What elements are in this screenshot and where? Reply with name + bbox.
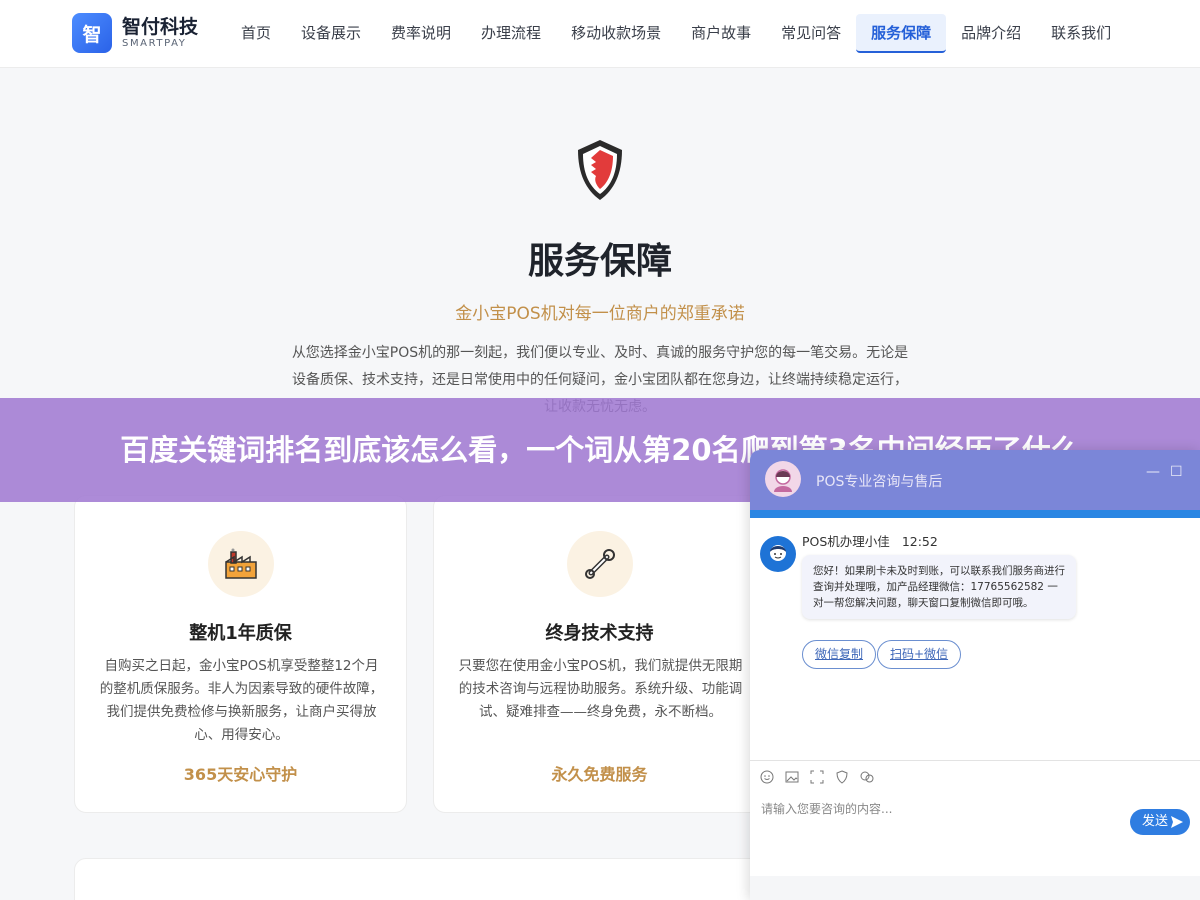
image-icon[interactable]	[785, 770, 799, 784]
send-button[interactable]: 发送	[1130, 809, 1190, 835]
logo[interactable]: 智 智付科技 SMARTPAY	[72, 13, 198, 53]
wrench-icon	[567, 531, 633, 597]
screenshot-icon[interactable]	[810, 770, 824, 784]
agent-avatar-icon	[760, 536, 796, 572]
chat-header: POS专业咨询与售后 — ☐	[750, 450, 1200, 510]
chat-toolbar	[760, 770, 874, 784]
chat-title: POS专业咨询与售后	[816, 474, 943, 490]
factory-icon	[208, 531, 274, 597]
logo-mark: 智	[72, 13, 112, 53]
card-description: 只要您在使用金小宝POS机，我们就提供无限期的技术咨询与远程协助服务。系统升级、…	[458, 658, 743, 720]
card-title: 终身技术支持	[545, 623, 654, 644]
service-card-support: 终身技术支持 只要您在使用金小宝POS机，我们就提供无限期的技术咨询与远程协助服…	[433, 495, 766, 813]
logo-name: 智付科技	[122, 16, 199, 38]
card-title: 整机1年质保	[189, 623, 292, 644]
emoji-icon[interactable]	[760, 770, 774, 784]
service-card-partial	[74, 858, 774, 900]
service-avatar-icon	[765, 461, 801, 497]
chat-input[interactable]: 请输入您要咨询的内容...	[761, 800, 892, 817]
site-header: 智 智付科技 SMARTPAY 首页 设备展示 费率说明 办理流程 移动收款场景…	[0, 0, 1200, 68]
evaluate-icon[interactable]	[835, 770, 849, 784]
chat-record-icon[interactable]	[860, 770, 874, 784]
main-nav: 首页 设备展示 费率说明 办理流程 移动收款场景 商户故事 常见问答 服务保障 …	[226, 14, 1126, 53]
scan-wechat-button[interactable]: 扫码+微信	[877, 640, 962, 669]
copy-wechat-button[interactable]: 微信复制	[802, 640, 877, 669]
chat-widget: POS专业咨询与售后 — ☐ POS机办理小佳 12:52 您好！如果刷卡未及时到…	[750, 450, 1200, 900]
chat-footer	[750, 876, 1200, 900]
nav-process[interactable]: 办理流程	[466, 14, 556, 53]
nav-scenarios[interactable]: 移动收款场景	[556, 14, 676, 53]
card-description: 自购买之日起，金小宝POS机享受整整12个月的整机质保服务。非人为因素导致的硬件…	[99, 658, 384, 743]
message-bubble: 您好！如果刷卡未及时到账，可以联系我们服务商进行查询并处理哦，加产品经理微信：1…	[802, 555, 1076, 619]
card-tag: 365天安心守护	[183, 765, 298, 784]
chat-messages: POS机办理小佳 12:52 您好！如果刷卡未及时到账，可以联系我们服务商进行查询…	[750, 518, 1200, 768]
page-title: 服务保障	[527, 241, 672, 282]
logo-text: 智付科技 SMARTPAY	[122, 16, 198, 50]
send-arrow-icon	[1171, 816, 1183, 828]
shield-icon	[578, 140, 622, 200]
nav-contact[interactable]: 联系我们	[1036, 14, 1126, 53]
nav-brand[interactable]: 品牌介绍	[946, 14, 1036, 53]
nav-service[interactable]: 服务保障	[856, 14, 947, 53]
minimize-icon[interactable]: —	[1146, 464, 1160, 480]
nav-rates[interactable]: 费率说明	[376, 14, 466, 53]
maximize-icon[interactable]: ☐	[1170, 464, 1183, 480]
card-tag: 永久免费服务	[551, 765, 648, 784]
message-meta: POS机办理小佳 12:52	[802, 531, 938, 550]
nav-home[interactable]: 首页	[226, 14, 286, 53]
nav-faq[interactable]: 常见问答	[766, 14, 856, 53]
nav-devices[interactable]: 设备展示	[286, 14, 376, 53]
nav-stories[interactable]: 商户故事	[676, 14, 766, 53]
send-label: 发送	[1142, 814, 1169, 829]
page-subtitle: 金小宝POS机对每一位商户的郑重承诺	[455, 304, 745, 324]
agent-name: POS机办理小佳	[802, 534, 890, 549]
message-time: 12:52	[901, 534, 938, 549]
logo-subtitle: SMARTPAY	[122, 38, 187, 49]
chat-accent-strip	[750, 510, 1200, 518]
chat-divider	[750, 760, 1200, 761]
service-card-warranty: 整机1年质保 自购买之日起，金小宝POS机享受整整12个月的整机质保服务。非人为…	[74, 495, 407, 813]
